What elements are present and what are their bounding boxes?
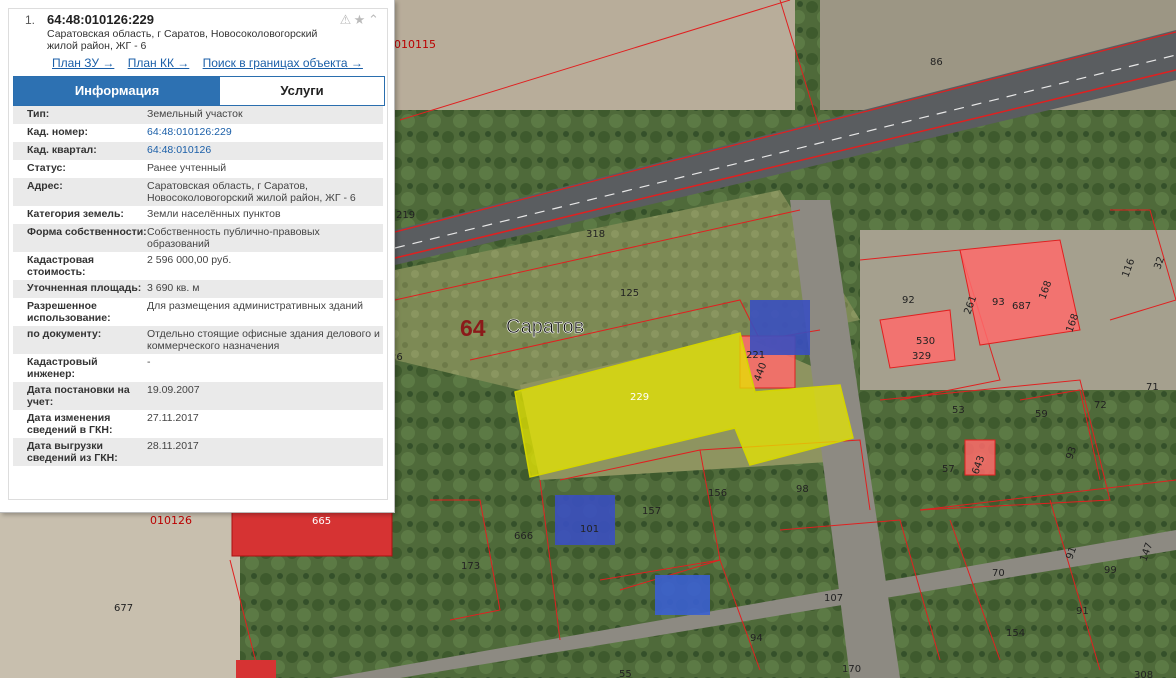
chevron-up-icon[interactable]: ⌃ (367, 12, 381, 28)
attribute-value: Собственность публично-правовых образова… (147, 226, 320, 250)
attribute-row: Тип: Земельный участок (13, 106, 383, 124)
svg-text:687: 687 (1012, 301, 1031, 312)
attribute-row: Кад. квартал: 64:48:010126 (13, 142, 383, 160)
attribute-key: Адрес: (27, 180, 63, 192)
attribute-value: 28.11.2017 (147, 440, 199, 452)
svg-text:92: 92 (902, 295, 915, 306)
attribute-row: Статус: Ранее учтенный (13, 160, 383, 178)
svg-text:59: 59 (1035, 409, 1048, 420)
attribute-row: Кад. номер: 64:48:010126:229 (13, 124, 383, 142)
city-label: Саратов (506, 316, 584, 338)
attribute-key: Дата выгрузки сведений из ГКН: (27, 440, 118, 464)
attribute-key: Уточненная площадь: (27, 282, 142, 294)
svg-text:71: 71 (1146, 382, 1159, 393)
attribute-key: Дата изменения сведений в ГКН: (27, 412, 113, 436)
svg-text:173: 173 (461, 561, 480, 572)
attribute-value: Для размещения административных зданий (147, 300, 363, 312)
svg-text:107: 107 (824, 593, 843, 604)
attribute-value: Саратовская область, г Саратов, Новосоко… (147, 180, 356, 204)
svg-text:99: 99 (1104, 565, 1117, 576)
region-code-label: 64 (460, 315, 486, 341)
attribute-row: Дата выгрузки сведений из ГКН: 28.11.2017 (13, 438, 383, 466)
attribute-row: Кадастровый инженер: - (13, 354, 383, 382)
attribute-row: Кадастровая стоимость: 2 596 000,00 руб. (13, 252, 383, 280)
attribute-value: 27.11.2017 (147, 412, 199, 424)
plan-links: План ЗУ → План КК → Поиск в границах объ… (52, 56, 373, 70)
svg-text:156: 156 (708, 488, 727, 499)
svg-text:86: 86 (930, 57, 943, 68)
svg-text:72: 72 (1094, 400, 1107, 411)
svg-text:91: 91 (1076, 606, 1089, 617)
parcel-card: 1. 64:48:010126:229 Саратовская область,… (8, 8, 388, 500)
parcel-address: Саратовская область, г Саратов, Новосоко… (47, 28, 318, 52)
svg-text:157: 157 (642, 506, 661, 517)
svg-text:229: 229 (630, 392, 649, 403)
svg-text:55: 55 (619, 669, 632, 678)
attribute-key: Тип: (27, 108, 50, 120)
svg-text:219: 219 (396, 210, 415, 221)
attribute-row: Адрес: Саратовская область, г Саратов, Но… (13, 178, 383, 206)
attribute-key: Разрешенное использование: (27, 300, 111, 324)
svg-text:101: 101 (580, 524, 599, 535)
attribute-value: Ранее учтенный (147, 162, 227, 174)
svg-text:308: 308 (1134, 670, 1153, 678)
svg-text:53: 53 (952, 405, 965, 416)
attribute-row: Дата постановки на учет: 19.09.2007 (13, 382, 383, 410)
attribute-row: Дата изменения сведений в ГКН: 27.11.2017 (13, 410, 383, 438)
attribute-value: Земли населённых пунктов (147, 208, 281, 220)
attribute-value[interactable]: 64:48:010126:229 (147, 126, 383, 140)
attribute-row: Форма собственности: Собственность публич… (13, 224, 383, 252)
svg-text:170: 170 (842, 664, 861, 675)
attribute-row: по документу: Отдельно стоящие офисные зд… (13, 326, 383, 354)
parcel-info-panel: 1. 64:48:010126:229 Саратовская область,… (0, 0, 395, 513)
info-tabs: Информация Услуги (13, 76, 385, 106)
svg-text:70: 70 (992, 568, 1005, 579)
svg-text:318: 318 (586, 229, 605, 240)
attribute-key: Кад. номер: (27, 126, 89, 138)
svg-text:665: 665 (312, 516, 331, 527)
result-index: 1. (25, 13, 36, 27)
tab-information[interactable]: Информация (14, 77, 220, 105)
svg-text:98: 98 (796, 484, 809, 495)
attribute-value: 2 596 000,00 руб. (147, 254, 232, 266)
svg-text:125: 125 (620, 288, 639, 299)
tab-services[interactable]: Услуги (220, 77, 384, 105)
svg-text:93: 93 (992, 297, 1005, 308)
attribute-value: 19.09.2007 (147, 384, 200, 396)
quarter-label-010126: 010126 (150, 514, 192, 527)
plan-kk-link[interactable]: План КК → (128, 56, 190, 70)
attribute-value: Земельный участок (147, 108, 243, 120)
star-icon[interactable]: ★ (353, 12, 367, 28)
quarter-label-010115: 010115 (394, 38, 436, 51)
attribute-row: Категория земель: Земли населённых пункто… (13, 206, 383, 224)
parcel-title: 64:48:010126:229 (47, 12, 154, 27)
attribute-value: 3 690 кв. м (147, 282, 200, 294)
attribute-row: Уточненная площадь: 3 690 кв. м (13, 280, 383, 298)
attribute-key: Категория земель: (27, 208, 124, 220)
search-in-bounds-link[interactable]: Поиск в границах объекта → (203, 56, 363, 70)
attribute-value: - (147, 356, 151, 368)
attribute-row: Разрешенное использование: Для размещения… (13, 298, 383, 326)
plan-zu-link[interactable]: План ЗУ → (52, 56, 114, 70)
attribute-key: Кад. квартал: (27, 144, 97, 156)
svg-text:329: 329 (912, 351, 931, 362)
svg-text:530: 530 (916, 336, 935, 347)
svg-text:677: 677 (114, 603, 133, 614)
header-actions: ⚠★ ⌃ (339, 12, 381, 28)
attribute-key: Кадастровая стоимость: (27, 254, 94, 278)
svg-text:154: 154 (1006, 628, 1025, 639)
attribute-key: по документу: (27, 328, 102, 340)
svg-text:57: 57 (942, 464, 955, 475)
attribute-value[interactable]: 64:48:010126 (147, 144, 383, 158)
attribute-key: Форма собственности: (27, 226, 147, 238)
attribute-key: Дата постановки на учет: (27, 384, 130, 408)
attribute-value: Отдельно стоящие офисные здания делового… (147, 328, 380, 352)
svg-text:94: 94 (750, 633, 763, 644)
svg-text:221: 221 (746, 350, 765, 361)
attribute-key: Кадастровый инженер: (27, 356, 98, 380)
svg-text:666: 666 (514, 531, 533, 542)
attributes-table: Тип: Земельный участок Кад. номер: 64:48:01… (13, 106, 383, 466)
attribute-key: Статус: (27, 162, 66, 174)
warning-icon[interactable]: ⚠ (339, 12, 353, 28)
